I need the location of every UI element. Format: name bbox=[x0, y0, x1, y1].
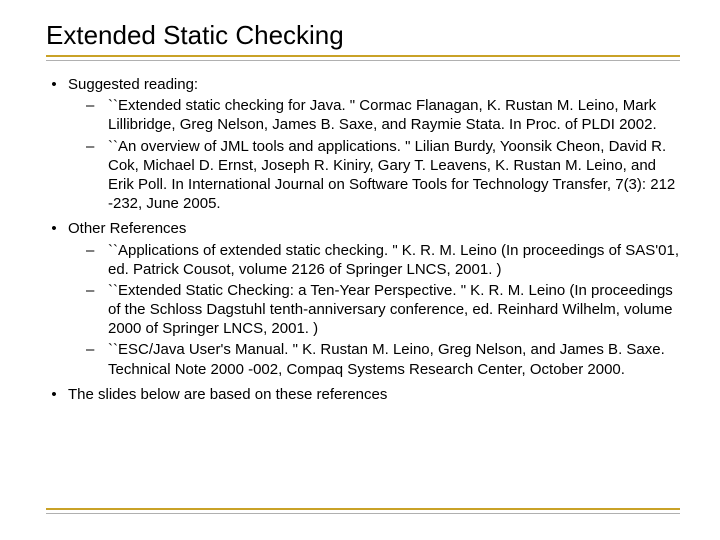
slide-body: • Suggested reading: – ``Extended static… bbox=[40, 75, 680, 404]
footer-divider-group bbox=[40, 508, 680, 514]
bullet-text: The slides below are based on these refe… bbox=[68, 385, 680, 404]
dash-marker: – bbox=[86, 96, 108, 134]
divider-gold-bottom bbox=[46, 508, 680, 510]
bullet-l1: • Suggested reading: bbox=[40, 75, 680, 94]
divider-gray-bottom bbox=[46, 513, 680, 514]
bullet-l2: – ``An overview of JML tools and applica… bbox=[86, 137, 680, 214]
slide-title: Extended Static Checking bbox=[46, 20, 680, 51]
bullet-l1: • The slides below are based on these re… bbox=[40, 385, 680, 404]
bullet-text: Other References bbox=[68, 219, 680, 238]
dash-marker: – bbox=[86, 281, 108, 339]
bullet-marker: • bbox=[40, 75, 68, 94]
bullet-l2: – ``Extended Static Checking: a Ten-Year… bbox=[86, 281, 680, 339]
bullet-text: ``An overview of JML tools and applicati… bbox=[108, 137, 680, 214]
bullet-text: Suggested reading: bbox=[68, 75, 680, 94]
bullet-marker: • bbox=[40, 385, 68, 404]
bullet-text: ``Applications of extended static checki… bbox=[108, 241, 680, 279]
bullet-l2: – ``ESC/Java User's Manual. " K. Rustan … bbox=[86, 340, 680, 378]
dash-marker: – bbox=[86, 137, 108, 214]
bullet-text: ``Extended static checking for Java. " C… bbox=[108, 96, 680, 134]
dash-marker: – bbox=[86, 340, 108, 378]
bullet-l2: – ``Applications of extended static chec… bbox=[86, 241, 680, 279]
bullet-l2: – ``Extended static checking for Java. "… bbox=[86, 96, 680, 134]
bullet-text: ``ESC/Java User's Manual. " K. Rustan M.… bbox=[108, 340, 680, 378]
bullet-text: ``Extended Static Checking: a Ten-Year P… bbox=[108, 281, 680, 339]
bullet-l1: • Other References bbox=[40, 219, 680, 238]
divider-gold-top bbox=[46, 55, 680, 57]
bullet-marker: • bbox=[40, 219, 68, 238]
dash-marker: – bbox=[86, 241, 108, 279]
slide: Extended Static Checking • Suggested rea… bbox=[0, 0, 720, 540]
divider-gray-top bbox=[46, 60, 680, 61]
